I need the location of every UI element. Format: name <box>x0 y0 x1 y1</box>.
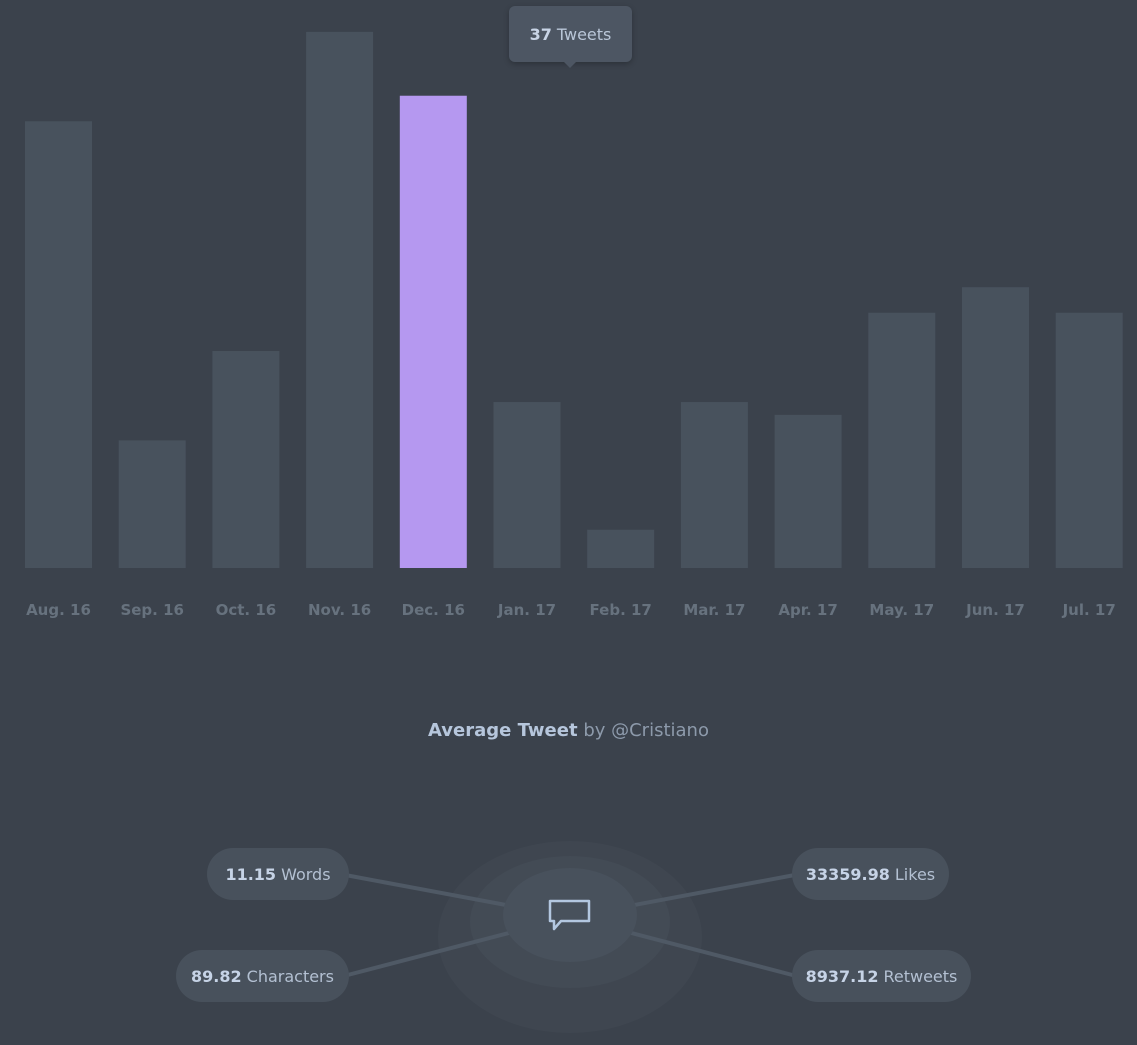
x-tick-label: Nov. 16 <box>308 601 371 619</box>
tooltip-value: 37 <box>529 24 552 44</box>
x-tick-label: Oct. 16 <box>216 601 277 619</box>
x-tick-label: Jun. 17 <box>965 601 1025 619</box>
bar-feb-17[interactable] <box>587 529 655 568</box>
x-tick-label: Jul. 17 <box>1062 601 1116 619</box>
x-tick-label: Aug. 16 <box>26 601 91 619</box>
x-tick-label: Mar. 17 <box>683 601 745 619</box>
tooltip-unit: Tweets <box>556 24 612 44</box>
bar-oct-16[interactable] <box>212 351 280 568</box>
x-tick-label: Apr. 17 <box>778 601 837 619</box>
stat-likes: 33359.98 Likes <box>792 848 949 900</box>
bar-jun-17[interactable] <box>962 287 1029 568</box>
stat-words: 11.15 Words <box>207 848 349 900</box>
bar-may-17[interactable] <box>868 312 936 568</box>
bar-dec-16[interactable] <box>399 95 467 568</box>
bar-aug-16[interactable] <box>25 121 92 569</box>
bar-jan-17[interactable] <box>493 402 561 568</box>
stat-retweets: 8937.12 Retweets <box>792 950 971 1002</box>
bar-apr-17[interactable] <box>774 414 842 568</box>
bar-sep-16[interactable] <box>118 440 186 568</box>
x-tick-label: Feb. 17 <box>590 601 652 619</box>
bar-tooltip: 37 Tweets <box>509 6 632 68</box>
x-tick-label: Jan. 17 <box>497 601 556 619</box>
tweets-bar-chart: Aug. 16 Sep. 16 Oct. 16 Nov. 16 Dec. 16 Jan. … <box>25 31 1123 619</box>
x-tick-label: Dec. 16 <box>402 601 465 619</box>
stat-characters: 89.82 Characters <box>176 950 349 1002</box>
x-tick-label: Sep. 16 <box>120 601 184 619</box>
bar-mar-17[interactable] <box>680 402 748 568</box>
x-tick-label: May. 17 <box>869 601 934 619</box>
average-tweet-title: Average Tweet by @Cristiano <box>428 720 709 741</box>
bar-jul-17[interactable] <box>1055 312 1123 568</box>
speech-bubble-icon <box>548 899 591 931</box>
average-tweet-diagram <box>339 841 801 1033</box>
bar-nov-16[interactable] <box>306 31 374 569</box>
